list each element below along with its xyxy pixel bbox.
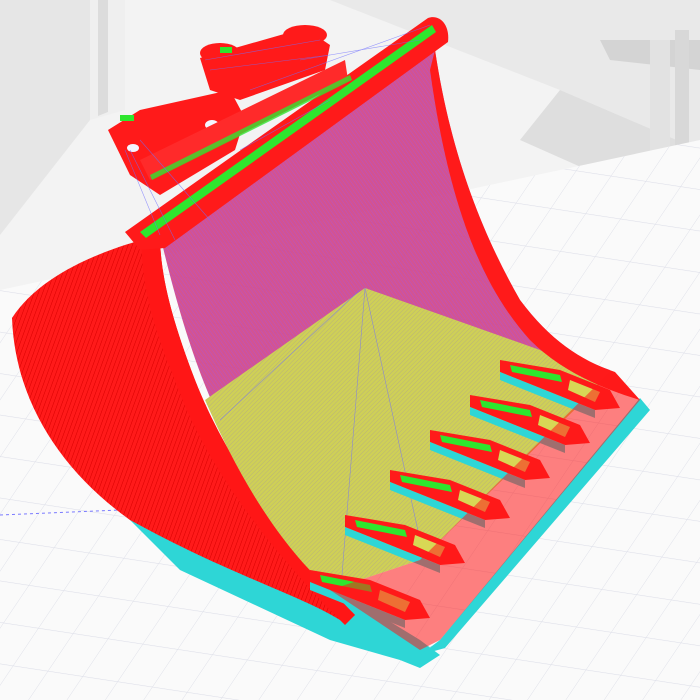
pin-hole <box>127 144 139 152</box>
scene <box>0 0 700 700</box>
slicer-3d-viewport[interactable] <box>0 0 700 700</box>
